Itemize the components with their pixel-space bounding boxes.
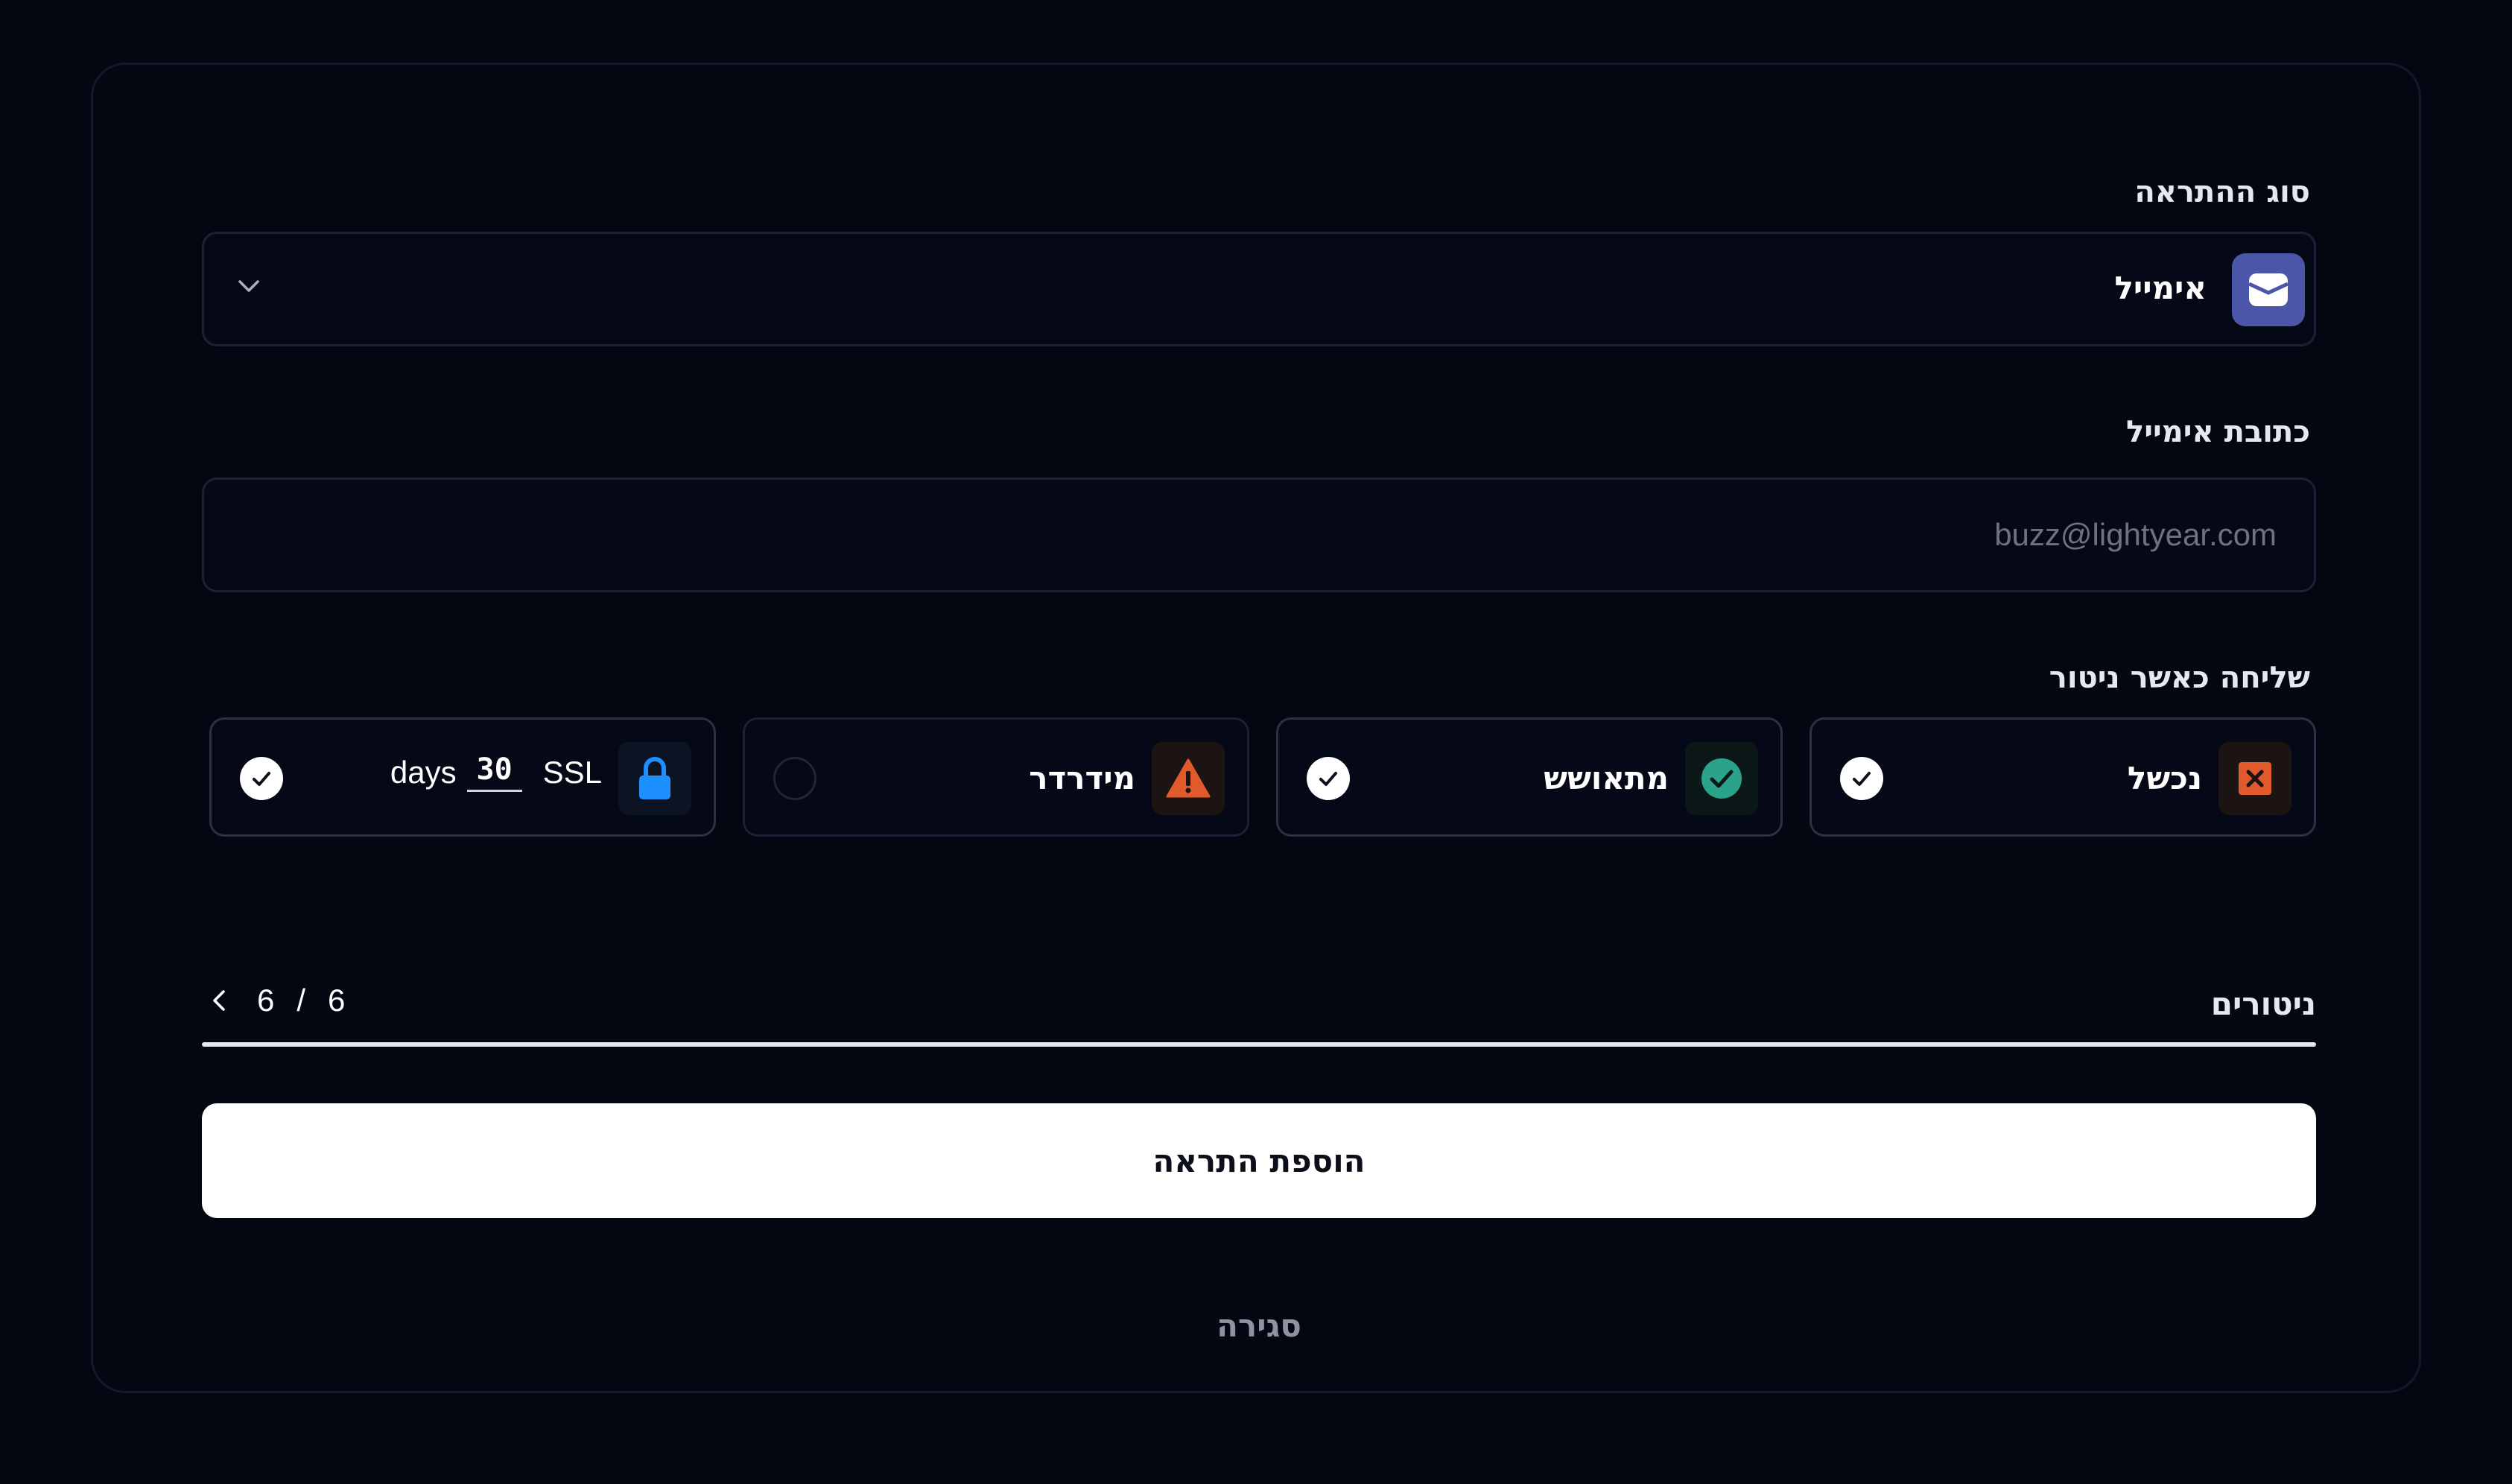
- ssl-days-unit: days: [390, 754, 457, 790]
- add-alert-panel: סוג ההתראה אימייל כתובת אימייל שליחה כאש…: [91, 63, 2421, 1393]
- chevron-down-icon: [238, 280, 259, 292]
- ssl-expiry-row: days SSL: [390, 752, 602, 792]
- notification-type-value: אימייל: [2114, 270, 2207, 306]
- option-degraded-label: מידרדר: [1029, 760, 1135, 796]
- send-when-label: שליחה כאשר ניטור: [2049, 661, 2310, 695]
- check-circle-icon: [1685, 742, 1758, 815]
- monitors-selector[interactable]: ניטורים 6 / 6: [202, 978, 2316, 1047]
- email-address-label: כתובת אימייל: [2126, 415, 2310, 449]
- option-degraded-checkbox[interactable]: [773, 757, 816, 800]
- monitors-progress-bar: [202, 1042, 2316, 1047]
- notification-type-select[interactable]: אימייל: [202, 232, 2316, 346]
- option-failed-label: נכשל: [2127, 760, 2202, 796]
- lock-icon: [618, 742, 691, 815]
- monitors-total-count: 6: [328, 983, 346, 1018]
- warning-icon: [1152, 742, 1225, 815]
- notification-type-label: סוג ההתראה: [2134, 175, 2310, 209]
- close-button[interactable]: סגירה: [202, 1307, 2316, 1344]
- chevron-left-icon[interactable]: [205, 986, 235, 1015]
- send-when-options: נכשל מתאושש מידרדר days 30 SSL: [202, 717, 2316, 837]
- monitors-count: 6 / 6: [205, 983, 345, 1018]
- option-degraded[interactable]: מידרדר: [743, 717, 1249, 837]
- ssl-days-input[interactable]: [466, 752, 522, 792]
- option-recovered-label: מתאושש: [1544, 760, 1669, 796]
- monitors-label: ניטורים: [2210, 986, 2316, 1022]
- option-ssl-checkbox[interactable]: [240, 757, 283, 800]
- option-ssl[interactable]: days SSL: [209, 717, 716, 837]
- option-recovered-checkbox[interactable]: [1307, 757, 1350, 800]
- add-alert-button[interactable]: הוספת התראה: [202, 1103, 2316, 1218]
- email-icon: [2232, 253, 2305, 326]
- monitors-selected-count: 6: [257, 983, 275, 1018]
- x-icon: [2218, 742, 2291, 815]
- monitors-progress-fill: [202, 1042, 2316, 1047]
- option-failed-checkbox[interactable]: [1840, 757, 1883, 800]
- option-failed[interactable]: נכשל: [1810, 717, 2316, 837]
- option-recovered[interactable]: מתאושש: [1276, 717, 1783, 837]
- email-field-wrapper: [202, 478, 2316, 592]
- option-ssl-label: SSL: [542, 754, 602, 790]
- monitors-separator: /: [296, 983, 306, 1018]
- email-input[interactable]: [204, 480, 2314, 590]
